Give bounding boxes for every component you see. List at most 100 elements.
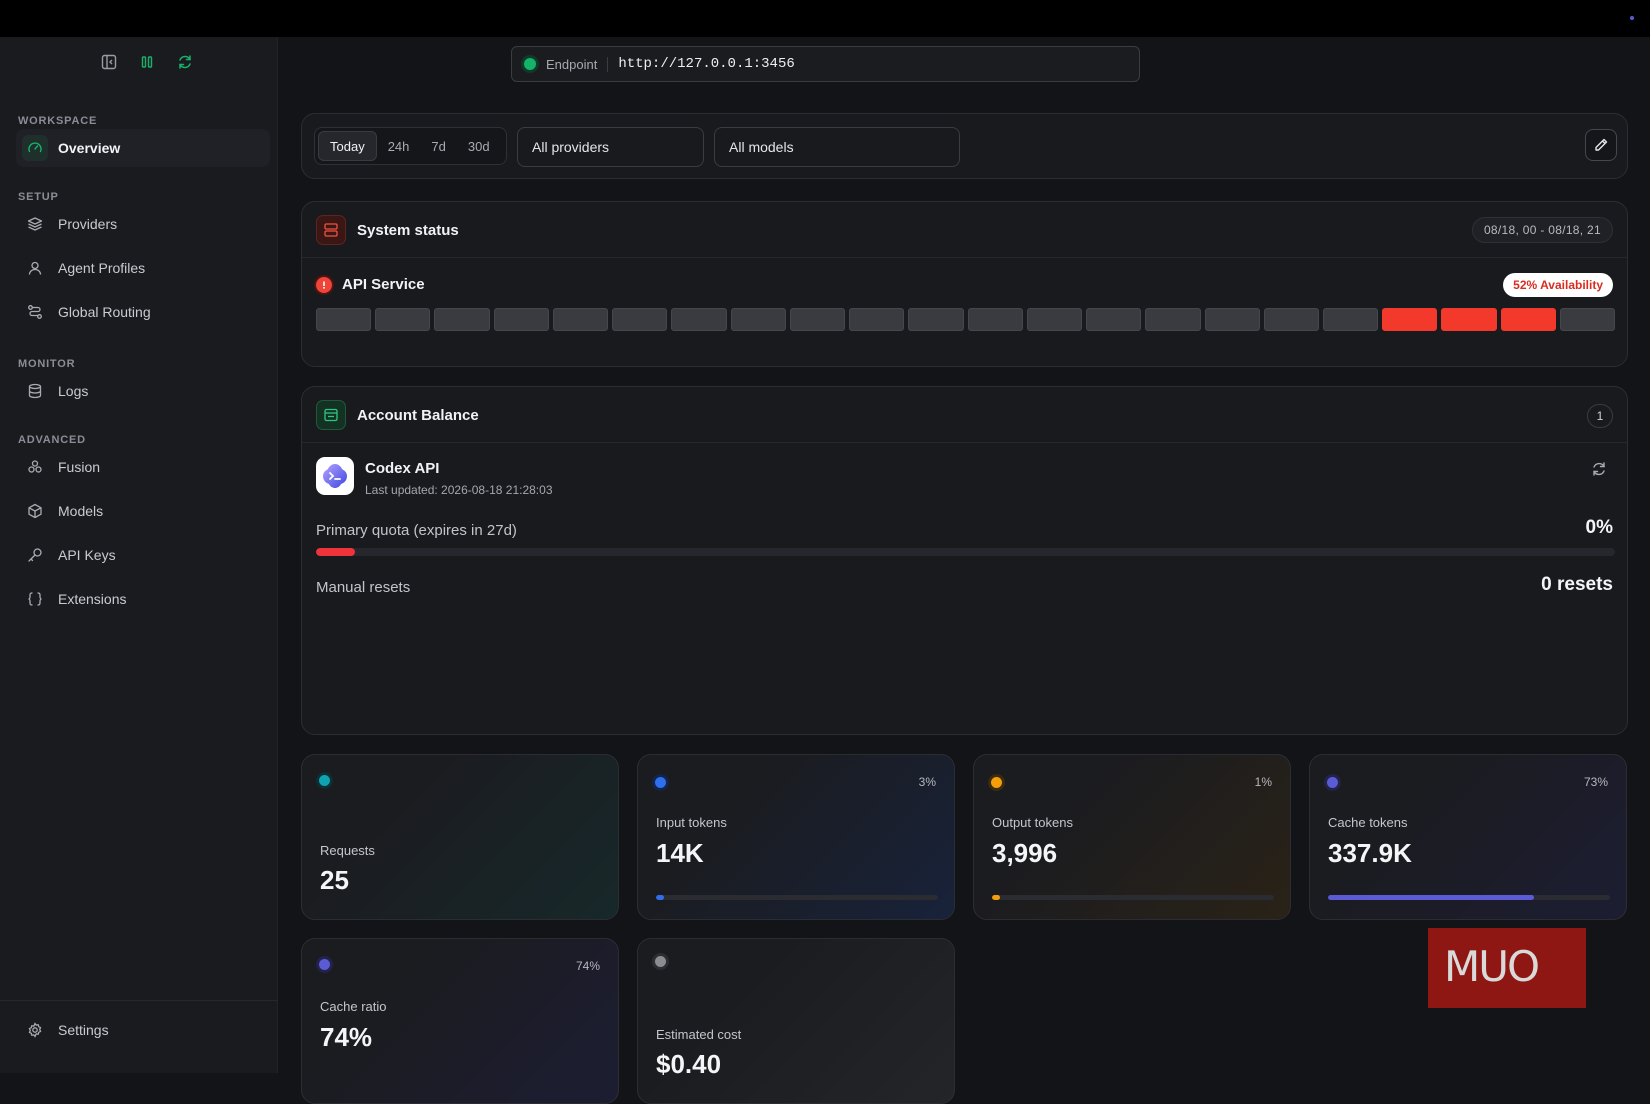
sidebar-item-providers[interactable]: Providers bbox=[16, 205, 270, 243]
stat-value: 337.9K bbox=[1328, 838, 1412, 868]
uptime-bar-ok[interactable] bbox=[1086, 308, 1142, 331]
account-balance-title: Account Balance bbox=[357, 407, 479, 424]
quota-value: 0% bbox=[1585, 517, 1613, 538]
stat-progress-fill bbox=[1328, 895, 1534, 900]
sidebar-item-overview[interactable]: Overview bbox=[16, 129, 270, 167]
resets-value: 0 resets bbox=[1541, 574, 1613, 595]
range-segmented-control: Today 24h 7d 30d bbox=[314, 127, 507, 165]
sidebar-item-api-keys[interactable]: API Keys bbox=[16, 536, 270, 574]
watermark-text: MUO bbox=[1444, 942, 1540, 991]
uptime-bar-ok[interactable] bbox=[1263, 308, 1319, 331]
uptime-bar-ok[interactable] bbox=[908, 308, 964, 331]
server-icon bbox=[316, 215, 346, 245]
user-icon bbox=[22, 255, 48, 281]
gauge-icon bbox=[22, 135, 48, 161]
edit-button[interactable] bbox=[1585, 129, 1617, 161]
sidebar-item-global-routing[interactable]: Global Routing bbox=[16, 293, 270, 331]
sidebar-item-settings[interactable]: Settings bbox=[16, 1011, 270, 1049]
sidebar: WORKSPACE Overview SETUP Providers Agent… bbox=[0, 37, 278, 1073]
stat-percent: 73% bbox=[1583, 775, 1608, 789]
range-option-today[interactable]: Today bbox=[318, 131, 377, 161]
uptime-bar-down[interactable] bbox=[1382, 308, 1438, 331]
uptime-bar-ok[interactable] bbox=[316, 308, 372, 331]
stat-label: Cache ratio bbox=[320, 999, 387, 1014]
range-option-30d[interactable]: 30d bbox=[457, 131, 501, 161]
endpoint-status-dot bbox=[524, 58, 536, 70]
cache-ratio-dot bbox=[319, 959, 330, 970]
uptime-bar-ok[interactable] bbox=[730, 308, 786, 331]
uptime-bar-ok[interactable] bbox=[671, 308, 727, 331]
uptime-bar-ok[interactable] bbox=[375, 308, 431, 331]
sidebar-item-agent-profiles[interactable]: Agent Profiles bbox=[16, 249, 270, 287]
muo-watermark-logo: MUO bbox=[1428, 928, 1586, 1008]
uptime-bar-ok[interactable] bbox=[789, 308, 846, 331]
uptime-bar-ok[interactable] bbox=[493, 308, 549, 331]
uptime-bar-ok[interactable] bbox=[552, 308, 609, 331]
sidebar-toolbar bbox=[100, 53, 194, 71]
layers-icon bbox=[22, 211, 48, 237]
section-workspace: WORKSPACE bbox=[18, 115, 98, 127]
endpoint-url[interactable]: http://127.0.0.1:3456 bbox=[618, 56, 794, 72]
quota-progress-bar bbox=[316, 548, 1615, 556]
uptime-bar-ok[interactable] bbox=[1204, 308, 1260, 331]
stat-card-output-tokens: 1% Output tokens 3,996 bbox=[973, 754, 1291, 920]
uptime-bar-ok[interactable] bbox=[1145, 308, 1201, 331]
uptime-bar-ok[interactable] bbox=[967, 308, 1023, 331]
codex-logo-icon bbox=[316, 457, 354, 495]
quota-label: Primary quota (expires in 27d) bbox=[316, 522, 517, 539]
stat-label: Cache tokens bbox=[1328, 815, 1408, 830]
sidebar-item-logs[interactable]: Logs bbox=[16, 372, 270, 410]
sidebar-item-label: Overview bbox=[58, 140, 121, 156]
uptime-bar-ok[interactable] bbox=[1322, 308, 1379, 331]
stat-value: $0.40 bbox=[656, 1049, 722, 1079]
stat-value: 14K bbox=[656, 838, 704, 868]
uptime-bar-down[interactable] bbox=[1441, 308, 1497, 331]
cube-icon bbox=[22, 498, 48, 524]
routing-icon bbox=[22, 299, 48, 325]
provider-count-badge: 1 bbox=[1587, 404, 1613, 428]
uptime-bar-down[interactable] bbox=[1500, 308, 1556, 331]
refresh-icon[interactable] bbox=[176, 53, 194, 71]
range-option-24h[interactable]: 24h bbox=[377, 131, 421, 161]
sidebar-item-models[interactable]: Models bbox=[16, 492, 270, 530]
pause-icon[interactable] bbox=[138, 53, 156, 71]
uptime-bar-ok[interactable] bbox=[434, 308, 490, 331]
service-name: API Service bbox=[342, 276, 425, 293]
uptime-bar-ok[interactable] bbox=[1559, 308, 1616, 331]
stat-card-estimated-cost: Estimated cost $0.40 bbox=[637, 938, 955, 1104]
database-icon bbox=[22, 378, 48, 404]
sidebar-item-label: Models bbox=[58, 503, 104, 519]
sidebar-item-label: Global Routing bbox=[58, 304, 151, 320]
uptime-bar-ok[interactable] bbox=[612, 308, 668, 331]
range-option-7d[interactable]: 7d bbox=[420, 131, 456, 161]
endpoint-bar[interactable]: Endpoint http://127.0.0.1:3456 bbox=[511, 46, 1140, 82]
providers-dropdown[interactable]: All providers bbox=[517, 127, 704, 167]
models-dropdown[interactable]: All models bbox=[714, 127, 960, 167]
collapse-sidebar-icon[interactable] bbox=[100, 53, 118, 71]
sidebar-item-label: Fusion bbox=[58, 459, 101, 475]
stat-value: 3,996 bbox=[992, 838, 1058, 868]
service-row: API Service bbox=[316, 276, 425, 293]
sidebar-item-fusion[interactable]: Fusion bbox=[16, 448, 270, 486]
fusion-icon bbox=[22, 454, 48, 480]
endpoint-label: Endpoint bbox=[546, 56, 609, 72]
availability-badge: 52% Availability bbox=[1503, 273, 1613, 297]
uptime-bar-ok[interactable] bbox=[849, 308, 905, 331]
stat-value: 25 bbox=[320, 865, 349, 895]
stat-label: Requests bbox=[320, 843, 375, 858]
sidebar-item-label: Agent Profiles bbox=[58, 260, 146, 276]
sidebar-item-extensions[interactable]: Extensions bbox=[16, 580, 270, 618]
cache-tokens-dot bbox=[1327, 777, 1338, 788]
stat-label: Input tokens bbox=[656, 815, 727, 830]
stat-label: Output tokens bbox=[992, 815, 1073, 830]
stat-label: Estimated cost bbox=[656, 1027, 742, 1042]
stat-card-cache-tokens: 73% Cache tokens 337.9K bbox=[1309, 754, 1627, 920]
account-balance-header: Account Balance 1 bbox=[302, 387, 1627, 443]
status-dot bbox=[1630, 16, 1634, 20]
system-status-title: System status bbox=[357, 222, 459, 239]
uptime-bar-ok[interactable] bbox=[1026, 308, 1083, 331]
stat-progress-fill bbox=[656, 895, 665, 900]
input-tokens-dot bbox=[655, 777, 666, 788]
stat-progress-bar bbox=[656, 895, 938, 900]
refresh-balance-icon[interactable] bbox=[1591, 461, 1609, 479]
